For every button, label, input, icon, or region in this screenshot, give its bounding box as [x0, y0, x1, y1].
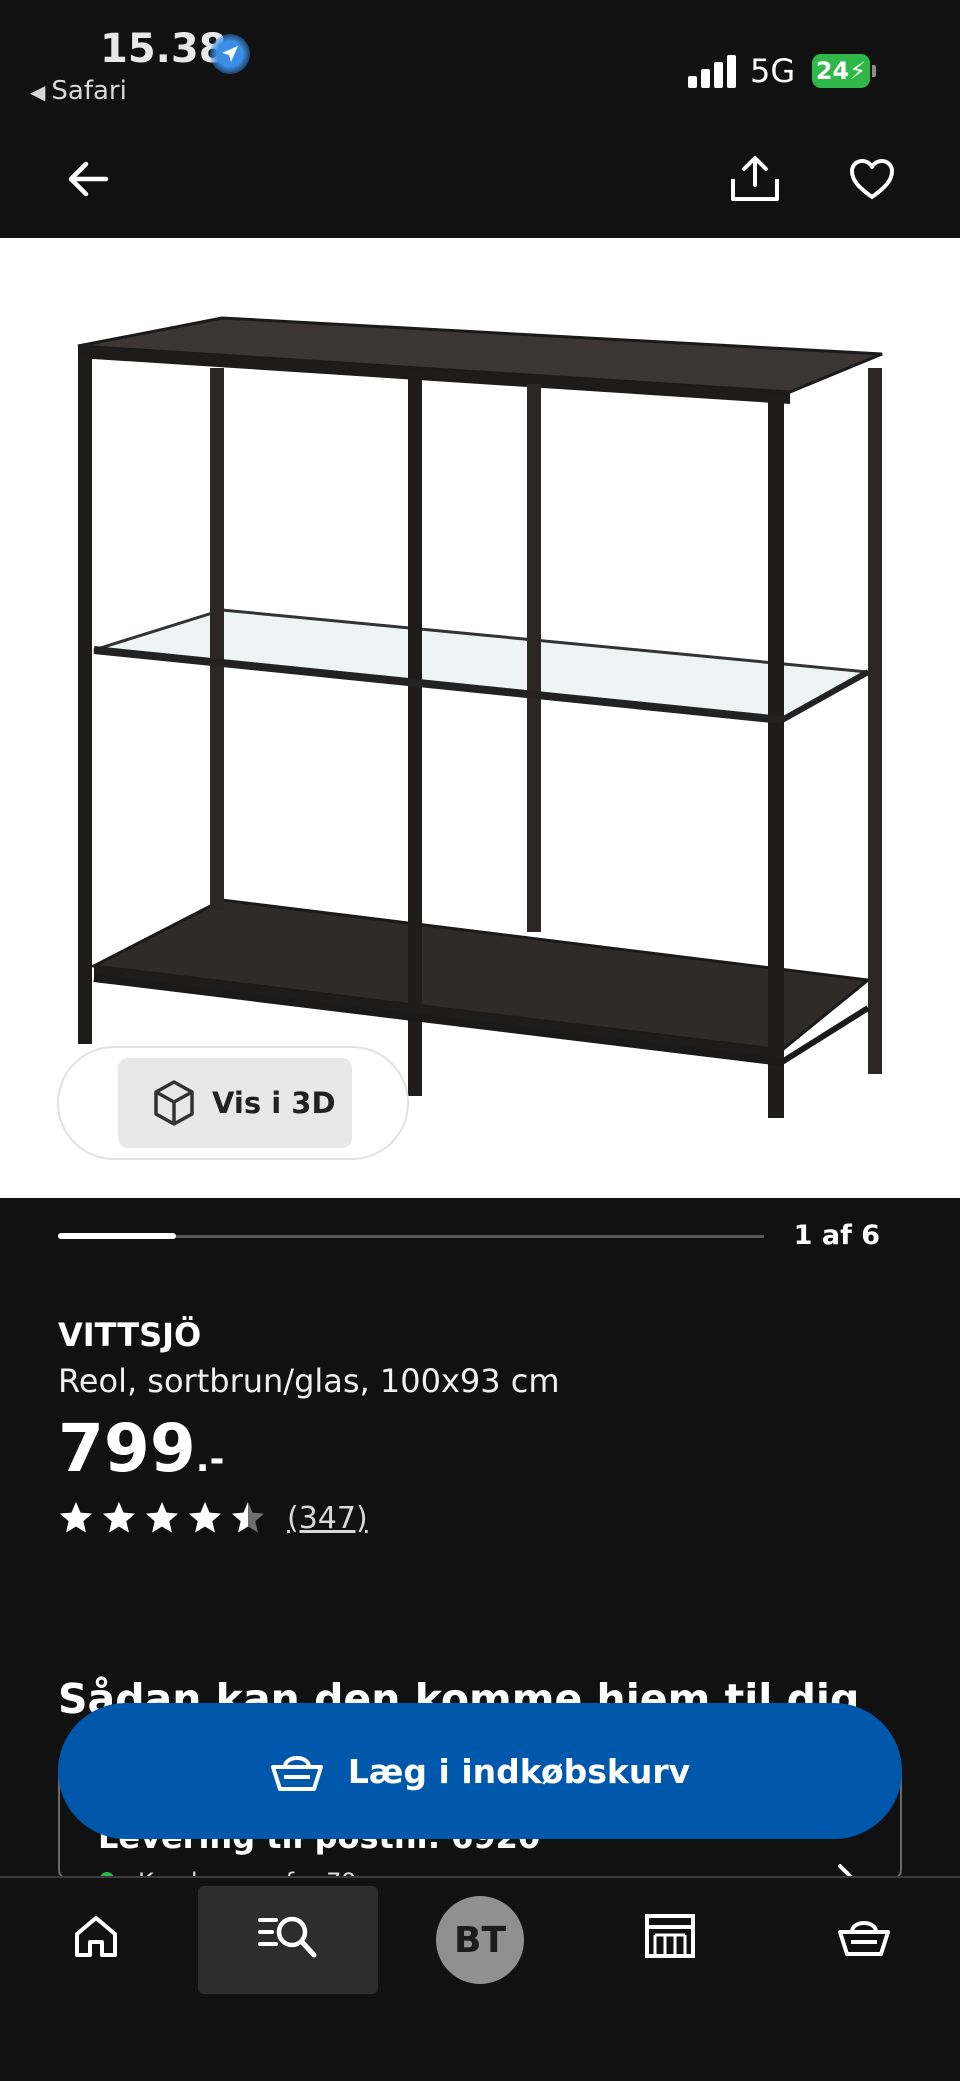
rating[interactable]: (347) — [58, 1500, 368, 1536]
favorite-button[interactable] — [837, 144, 907, 214]
product-description: Reol, sortbrun/glas, 100x93 cm — [58, 1362, 560, 1400]
star-icon — [60, 1502, 92, 1533]
product-price: 799.- — [58, 1410, 224, 1487]
rating-stars — [58, 1500, 273, 1536]
back-app-label: Safari — [51, 76, 127, 106]
signal-icon — [688, 54, 738, 88]
review-count-link[interactable]: (347) — [287, 1501, 368, 1536]
nav-stores[interactable] — [640, 1906, 700, 1966]
nav-profile-avatar[interactable]: BT — [436, 1896, 524, 1984]
share-icon — [731, 156, 779, 201]
back-to-app-link[interactable]: ◀ Safari — [30, 76, 127, 106]
star-icon — [146, 1502, 178, 1533]
add-to-cart-label: Læg i indkøbskurv — [347, 1751, 691, 1791]
back-button[interactable] — [53, 144, 123, 214]
product-name: VITTSJÖ — [58, 1316, 202, 1354]
battery-level: 24 — [815, 57, 850, 85]
nav-cart[interactable] — [832, 1906, 896, 1966]
home-icon — [75, 1916, 117, 1957]
add-to-cart-button[interactable]: Læg i indkøbskurv — [58, 1703, 902, 1839]
store-icon — [645, 1914, 695, 1958]
star-icon — [103, 1502, 135, 1533]
view-3d-label: Vis i 3D — [212, 1086, 336, 1120]
star-icon — [189, 1502, 221, 1533]
avatar-initials: BT — [454, 1919, 506, 1961]
carousel-counter: 1 af 6 — [793, 1220, 880, 1251]
network-label: 5G — [750, 52, 796, 90]
charging-bolt-icon: ⚡ — [849, 57, 867, 85]
status-time: 15.38 — [100, 26, 227, 72]
basket-icon — [270, 1756, 323, 1791]
price-suffix: .- — [195, 1439, 225, 1480]
basket-icon — [838, 1921, 890, 1956]
share-button[interactable] — [720, 144, 790, 214]
search-list-icon — [258, 1916, 317, 1958]
battery-cap — [872, 65, 876, 77]
cube-icon — [154, 1080, 194, 1126]
nav-home[interactable] — [66, 1906, 126, 1966]
battery-icon: 24⚡ — [812, 54, 870, 88]
carousel-progress-fill — [58, 1233, 176, 1239]
price-value: 799 — [58, 1410, 196, 1487]
nav-search[interactable] — [256, 1906, 320, 1966]
back-triangle-icon: ◀ — [30, 80, 46, 104]
arrow-left-icon — [68, 161, 109, 197]
star-icon — [232, 1502, 264, 1533]
view-3d-button[interactable]: Vis i 3D — [118, 1058, 352, 1148]
status-bar: 15.38 ◀ Safari 5G 24⚡ — [0, 0, 960, 120]
app-bar — [0, 120, 960, 238]
heart-icon — [850, 159, 894, 199]
location-icon — [210, 34, 250, 74]
